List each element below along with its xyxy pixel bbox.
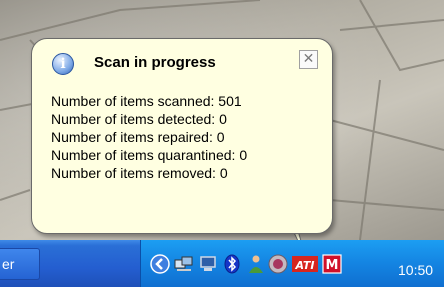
items-repaired-line: Number of items repaired: 0 <box>51 129 225 145</box>
info-icon: i <box>52 53 74 75</box>
svg-text:ATI: ATI <box>294 259 314 272</box>
show-hidden-icons-icon[interactable] <box>150 254 170 274</box>
balloon-title: Scan in progress <box>94 54 216 71</box>
bluetooth-icon[interactable] <box>222 254 242 274</box>
user-icon[interactable] <box>246 254 266 274</box>
items-quarantined-line: Number of items quarantined: 0 <box>51 147 248 163</box>
taskbar-window-label: er <box>2 256 15 272</box>
taskbar-window-button[interactable]: er <box>0 248 40 280</box>
items-scanned-line: Number of items scanned: 501 <box>51 93 242 109</box>
network-icon[interactable] <box>174 254 194 274</box>
items-removed-line: Number of items removed: 0 <box>51 165 228 181</box>
taskbar: er ATI M <box>0 240 444 287</box>
ati-icon[interactable]: ATI <box>292 254 318 274</box>
svg-text:M: M <box>326 258 339 273</box>
antivirus-icon[interactable] <box>268 254 288 274</box>
close-button[interactable]: ✕ <box>299 50 318 69</box>
tray-clock[interactable]: 10:50 <box>398 262 433 278</box>
scan-stats: Number of items scanned: 501 Number of i… <box>51 92 247 182</box>
items-detected-line: Number of items detected: 0 <box>51 111 227 127</box>
notification-balloon: i Scan in progress ✕ Number of items sca… <box>31 38 333 234</box>
m-icon[interactable]: M <box>322 254 342 274</box>
monitor-icon[interactable] <box>198 254 218 274</box>
